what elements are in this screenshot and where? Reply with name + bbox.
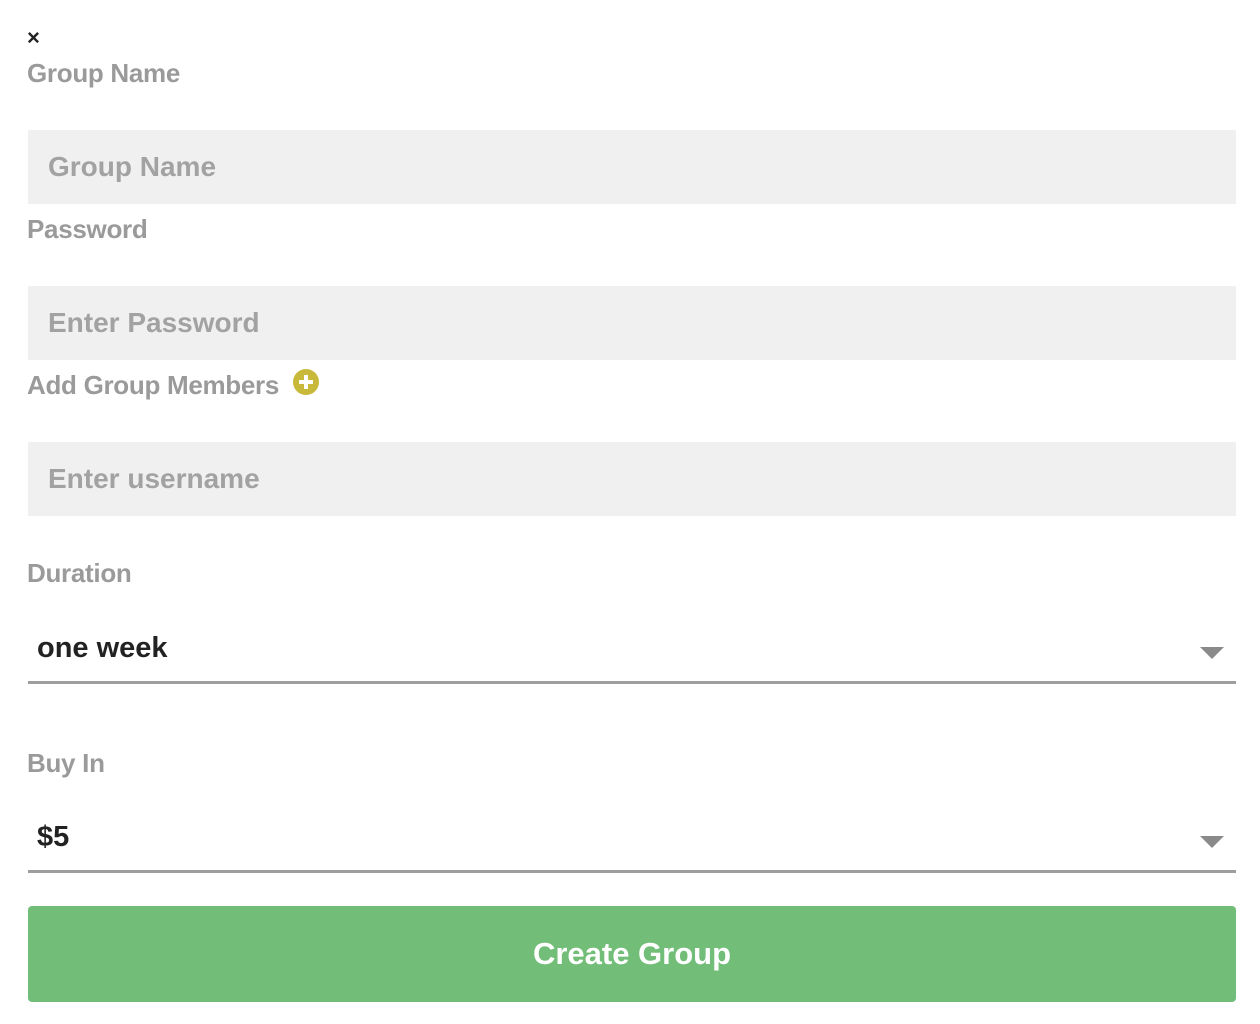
chevron-down-icon bbox=[1200, 836, 1224, 848]
password-label: Password bbox=[27, 214, 148, 244]
add-members-label: Add Group Members bbox=[27, 370, 280, 400]
group-name-label: Group Name bbox=[27, 58, 181, 88]
group-name-input[interactable] bbox=[28, 130, 1236, 204]
chevron-down-icon bbox=[1200, 647, 1224, 659]
buy-in-label: Buy In bbox=[27, 748, 105, 778]
close-icon[interactable]: × bbox=[27, 27, 45, 49]
create-group-modal: × Group Name Password Add Group Members … bbox=[0, 0, 1260, 1024]
password-input[interactable] bbox=[28, 286, 1236, 360]
add-members-heading: Add Group Members bbox=[27, 368, 320, 403]
username-input[interactable] bbox=[28, 442, 1236, 516]
buy-in-select[interactable]: $5 bbox=[28, 809, 1236, 873]
duration-label: Duration bbox=[27, 558, 132, 588]
duration-select[interactable]: one week bbox=[28, 620, 1236, 684]
duration-selected-value: one week bbox=[37, 632, 168, 664]
buy-in-selected-value: $5 bbox=[37, 821, 70, 853]
create-group-button[interactable]: Create Group bbox=[28, 906, 1236, 1002]
plus-circle-icon[interactable] bbox=[292, 368, 320, 403]
